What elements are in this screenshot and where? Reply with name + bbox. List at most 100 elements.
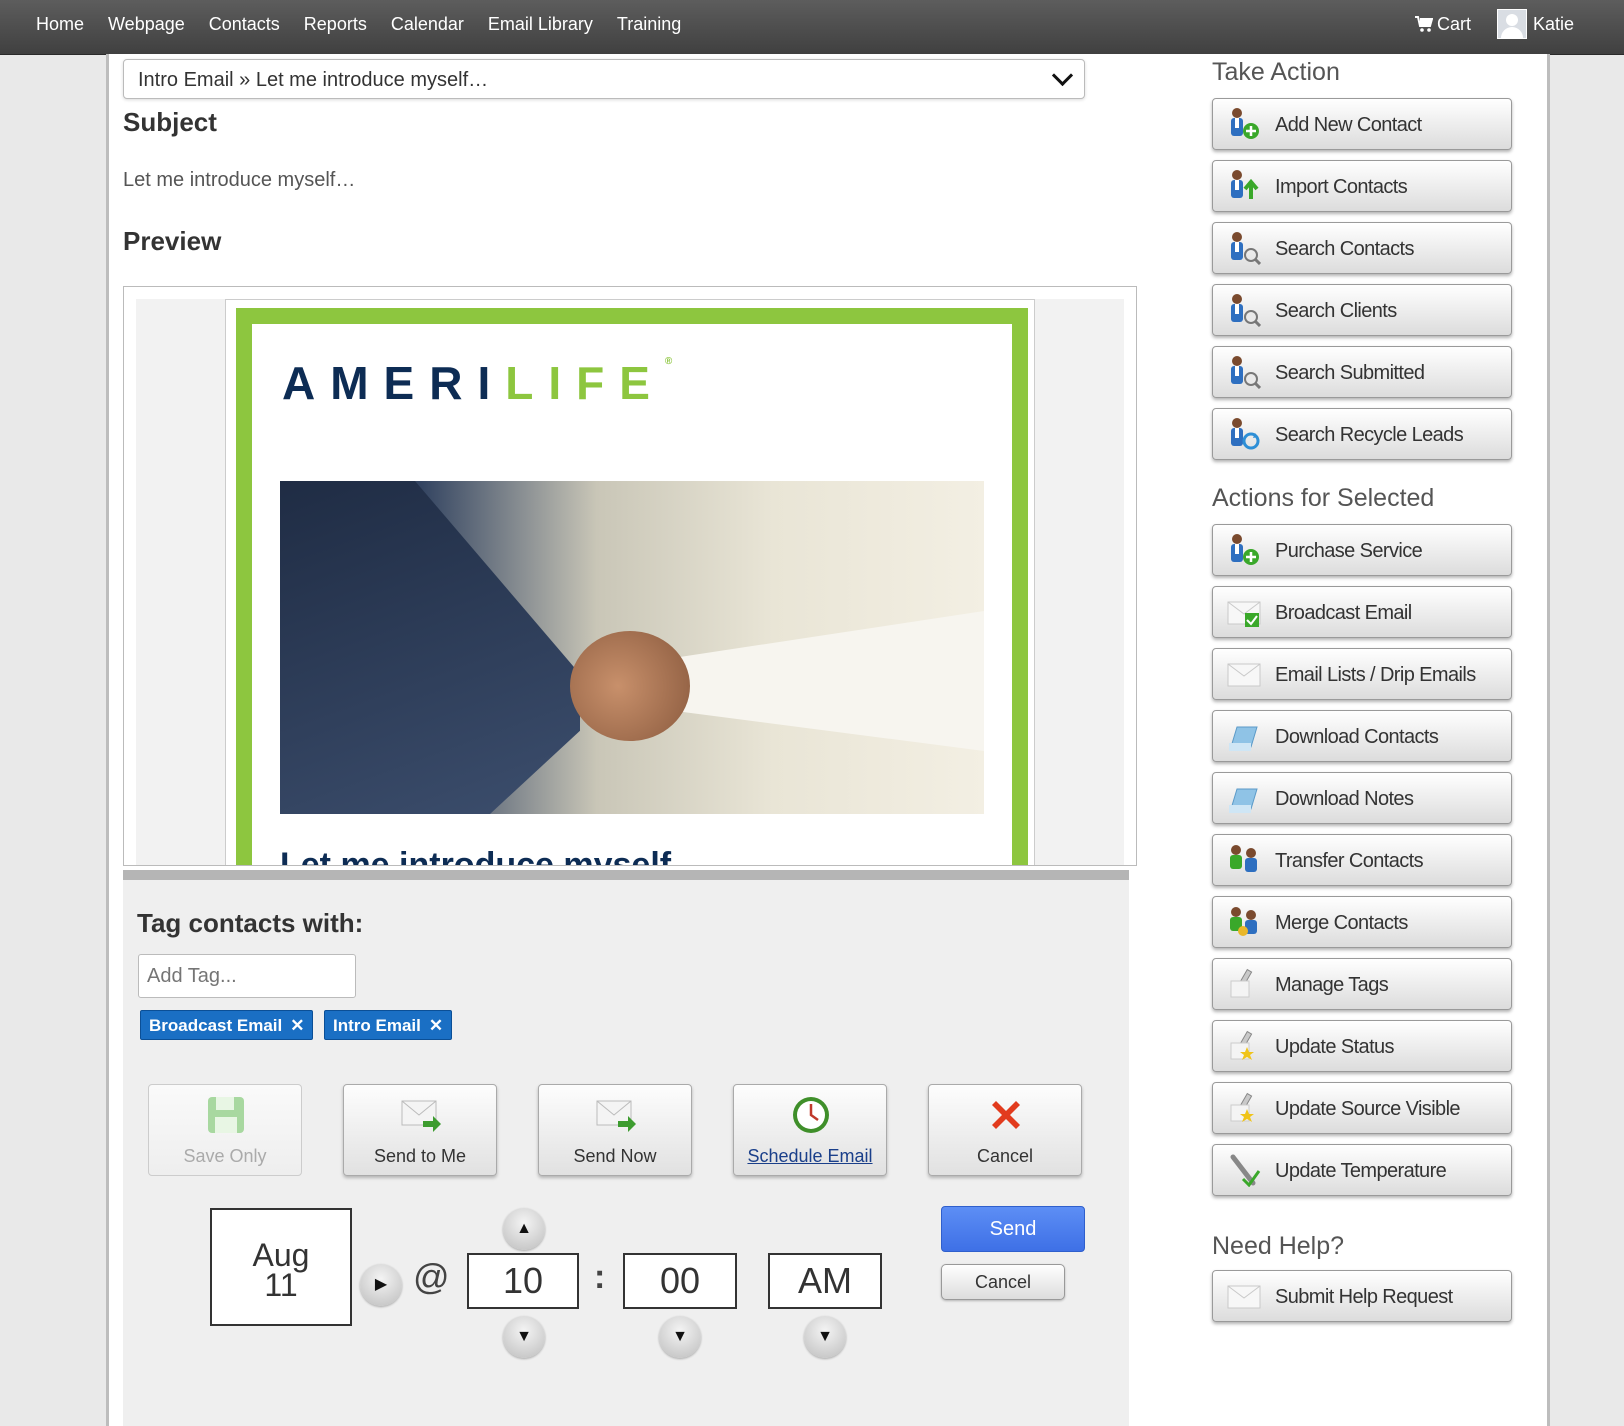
- ampm-toggle-button[interactable]: ▼: [804, 1316, 846, 1358]
- minute-field[interactable]: 00: [623, 1253, 737, 1309]
- sidebar-button-label: Merge Contacts: [1275, 912, 1408, 934]
- save-only-label: Save Only: [183, 1146, 267, 1166]
- schedule-send-button[interactable]: Send: [941, 1206, 1085, 1252]
- tag-chip-broadcast-email: Broadcast Email ✕: [140, 1010, 314, 1040]
- preview-heading: Preview: [123, 226, 222, 256]
- sidebar-button-label: Broadcast Email: [1275, 602, 1412, 624]
- sidebar-merge-contacts-button[interactable]: Merge Contacts: [1212, 896, 1512, 948]
- chevron-down-icon: [1051, 64, 1074, 87]
- schedule-email-label: Schedule Email: [747, 1146, 873, 1166]
- nav-home[interactable]: Home: [36, 14, 84, 35]
- sidebar-recycle-leads-button[interactable]: Search Recycle Leads: [1212, 408, 1512, 460]
- schedule-email-button[interactable]: Schedule Email: [733, 1084, 887, 1176]
- template-select[interactable]: Intro Email » Let me introduce myself…: [123, 59, 1085, 99]
- cart-label: Cart: [1436, 13, 1471, 34]
- sidebar-manage-tags-button[interactable]: Manage Tags: [1212, 958, 1512, 1010]
- send-to-me-button[interactable]: Send to Me: [343, 1084, 497, 1176]
- tag-heading: Tag contacts with:: [137, 908, 364, 938]
- search-contacts-icon: [1231, 232, 1261, 265]
- date-next-button[interactable]: ▶: [360, 1264, 402, 1306]
- sidebar-button-label: Search Contacts: [1275, 238, 1414, 260]
- sidebar-search-clients-button[interactable]: Search Clients: [1212, 284, 1512, 336]
- sidebar-button-label: Import Contacts: [1275, 176, 1408, 198]
- merge-contacts-icon: [1230, 907, 1257, 936]
- nav-contacts[interactable]: Contacts: [209, 14, 280, 35]
- cancel-label: Cancel: [976, 1146, 1034, 1166]
- nav-right: Cart Katie: [1414, 0, 1574, 48]
- cart-link[interactable]: Cart: [1414, 13, 1471, 35]
- search-clients-icon: [1231, 294, 1261, 327]
- nav-calendar[interactable]: Calendar: [391, 14, 464, 35]
- sidebar-broadcast-email-button[interactable]: Broadcast Email: [1212, 586, 1512, 638]
- sidebar-update-status-button[interactable]: Update Status: [1212, 1020, 1512, 1072]
- sidebar-help-request-button[interactable]: Submit Help Request: [1212, 1270, 1512, 1322]
- photo-light-sleeve: [660, 611, 984, 751]
- sidebar-button-label: Search Recycle Leads: [1275, 424, 1464, 446]
- sidebar-transfer-contacts-button[interactable]: Transfer Contacts: [1212, 834, 1512, 886]
- sidebar-purchase-service-button[interactable]: Purchase Service: [1212, 524, 1512, 576]
- need-help-heading: Need Help?: [1212, 1232, 1345, 1260]
- hour-up-button[interactable]: ▲: [503, 1208, 545, 1250]
- floppy-disk-icon: [208, 1097, 244, 1133]
- triangle-up-icon: ▲: [516, 1220, 532, 1237]
- envelope-arrow-icon: [596, 1100, 636, 1132]
- email-preview[interactable]: AMERILIFE® Let me introduce myself: [123, 286, 1137, 866]
- resize-divider[interactable]: [123, 870, 1129, 880]
- logo-ameri: AMERI: [282, 357, 506, 409]
- download-notes-icon: [1229, 788, 1258, 813]
- nav-training[interactable]: Training: [617, 14, 681, 35]
- sidebar-download-notes-button[interactable]: Download Notes: [1212, 772, 1512, 824]
- amerilife-logo: AMERILIFE®: [282, 356, 672, 410]
- date-month: Aug: [252, 1237, 310, 1273]
- send-now-button[interactable]: Send Now: [538, 1084, 692, 1176]
- take-action-heading: Take Action: [1212, 58, 1340, 86]
- top-nav: Home Webpage Contacts Reports Calendar E…: [0, 0, 1624, 55]
- sidebar-update-source-button[interactable]: Update Source Visible: [1212, 1082, 1512, 1134]
- nav-menu: Home Webpage Contacts Reports Calendar E…: [36, 0, 705, 48]
- nav-email-library[interactable]: Email Library: [488, 14, 593, 35]
- sidebar-button-label: Download Contacts: [1275, 726, 1439, 748]
- hour-down-button[interactable]: ▼: [503, 1316, 545, 1358]
- date-display[interactable]: Aug 11: [210, 1208, 352, 1326]
- sidebar-search-submitted-button[interactable]: Search Submitted: [1212, 346, 1512, 398]
- update-status-icon: [1230, 1030, 1254, 1060]
- user-menu[interactable]: Katie: [1496, 9, 1574, 39]
- sidebar-button-label: Add New Contact: [1275, 114, 1422, 136]
- sidebar-import-contacts-button[interactable]: Import Contacts: [1212, 160, 1512, 212]
- photo-dark-sleeve: [280, 481, 580, 814]
- hour-field[interactable]: 10: [467, 1253, 579, 1309]
- sidebar-button-label: Search Clients: [1275, 300, 1397, 322]
- cart-icon: [1414, 16, 1433, 32]
- tag-chip-label: Intro Email: [333, 1016, 421, 1035]
- schedule-cancel-button[interactable]: Cancel: [941, 1264, 1065, 1300]
- time-separator: :: [594, 1258, 606, 1296]
- purchase-service-icon: [1231, 534, 1259, 565]
- subject-text: Let me introduce myself…: [123, 169, 356, 191]
- nav-webpage[interactable]: Webpage: [108, 14, 185, 35]
- minute-down-button[interactable]: ▼: [659, 1316, 701, 1358]
- nav-reports[interactable]: Reports: [304, 14, 367, 35]
- remove-tag-icon[interactable]: ✕: [290, 1016, 304, 1035]
- tag-chip-label: Broadcast Email: [149, 1016, 283, 1035]
- envelope-arrow-icon: [401, 1100, 441, 1132]
- save-only-button[interactable]: Save Only: [148, 1084, 302, 1176]
- add-tag-input[interactable]: [138, 954, 356, 998]
- photo-hands: [570, 631, 690, 741]
- ampm-field[interactable]: AM: [768, 1253, 882, 1309]
- red-x-icon: [992, 1101, 1020, 1129]
- sidebar-button-label: Download Notes: [1275, 788, 1414, 810]
- search-submitted-icon: [1231, 356, 1261, 389]
- sidebar-download-contacts-button[interactable]: Download Contacts: [1212, 710, 1512, 762]
- email-green-frame: AMERILIFE® Let me introduce myself: [236, 308, 1028, 865]
- send-to-me-label: Send to Me: [373, 1146, 467, 1166]
- remove-tag-icon[interactable]: ✕: [429, 1016, 443, 1035]
- sidebar-email-lists-button[interactable]: Email Lists / Drip Emails: [1212, 648, 1512, 700]
- triangle-down-icon: ▼: [672, 1328, 688, 1345]
- sidebar-search-contacts-button[interactable]: Search Contacts: [1212, 222, 1512, 274]
- actions-selected-heading: Actions for Selected: [1212, 484, 1435, 512]
- sidebar-add-contact-button[interactable]: Add New Contact: [1212, 98, 1512, 150]
- sidebar-button-label: Manage Tags: [1275, 974, 1389, 996]
- cancel-button[interactable]: Cancel: [928, 1084, 1082, 1176]
- update-temperature-icon: [1230, 1154, 1261, 1187]
- sidebar-update-temperature-button[interactable]: Update Temperature: [1212, 1144, 1512, 1196]
